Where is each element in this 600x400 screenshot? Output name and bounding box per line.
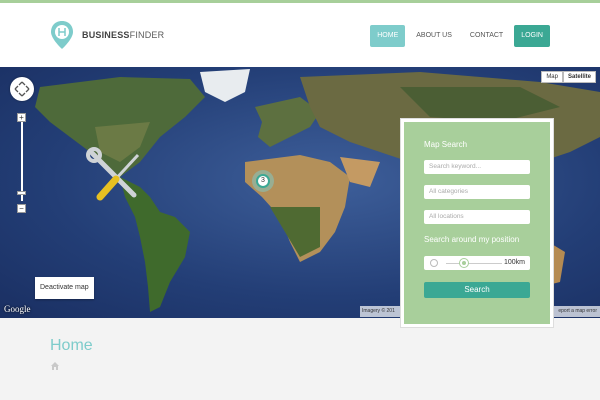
deactivate-map-button[interactable]: Deactivate map	[35, 277, 94, 299]
zoom-in-button[interactable]: +	[17, 113, 26, 122]
radius-knob[interactable]	[460, 259, 468, 267]
pan-control[interactable]	[10, 77, 34, 101]
cluster-count: 3	[256, 174, 270, 188]
logo-text: BUSINESSFINDER	[82, 30, 165, 40]
wrench-screwdriver-icon	[86, 147, 140, 201]
radius-track	[446, 263, 502, 264]
imagery-credit: Imagery © 201	[362, 308, 395, 314]
page-title: Home	[50, 337, 93, 354]
map-type-satellite-button[interactable]: Satellite	[562, 71, 596, 83]
zoom-slider-thumb[interactable]	[17, 191, 26, 195]
login-button[interactable]: LOGIN	[514, 25, 550, 47]
search-keyword-input[interactable]: Search keyword...	[424, 160, 530, 174]
map-type-switch: Map Satellite	[541, 71, 596, 83]
pan-arrows-icon	[14, 81, 30, 97]
home-icon[interactable]	[50, 361, 60, 371]
locate-me-icon[interactable]	[430, 259, 438, 267]
nav-about-us[interactable]: ABOUT US	[409, 25, 459, 47]
map-search-form: Map Search Search keyword... All categor…	[404, 122, 550, 324]
radius-value: 100km	[503, 259, 525, 266]
map-marker-cluster[interactable]: 3	[252, 170, 274, 192]
main-nav: HOME ABOUT US CONTACT LOGIN	[366, 25, 550, 47]
radius-label: Search around my position	[424, 235, 520, 244]
categories-select[interactable]: All categories	[424, 185, 530, 199]
report-map-error-link[interactable]: eport a map error	[558, 306, 597, 317]
map-search-panel: Map Search Search keyword... All categor…	[400, 118, 554, 328]
zoom-out-button[interactable]: −	[17, 204, 26, 213]
map-pin-logo-icon	[51, 21, 73, 49]
locations-select[interactable]: All locations	[424, 210, 530, 224]
logo[interactable]: BUSINESSFINDER	[50, 20, 164, 50]
site-header: BUSINESSFINDER HOME ABOUT US CONTACT LOG…	[0, 3, 600, 67]
map-search-title: Map Search	[424, 140, 468, 149]
google-logo: Google	[4, 304, 31, 314]
search-button[interactable]: Search	[424, 282, 530, 298]
nav-contact[interactable]: CONTACT	[463, 25, 510, 47]
radius-slider[interactable]: 100km	[424, 256, 530, 270]
zoom-slider-rail	[21, 117, 23, 201]
nav-home[interactable]: HOME	[370, 25, 406, 47]
map-type-map-button[interactable]: Map	[541, 71, 563, 83]
